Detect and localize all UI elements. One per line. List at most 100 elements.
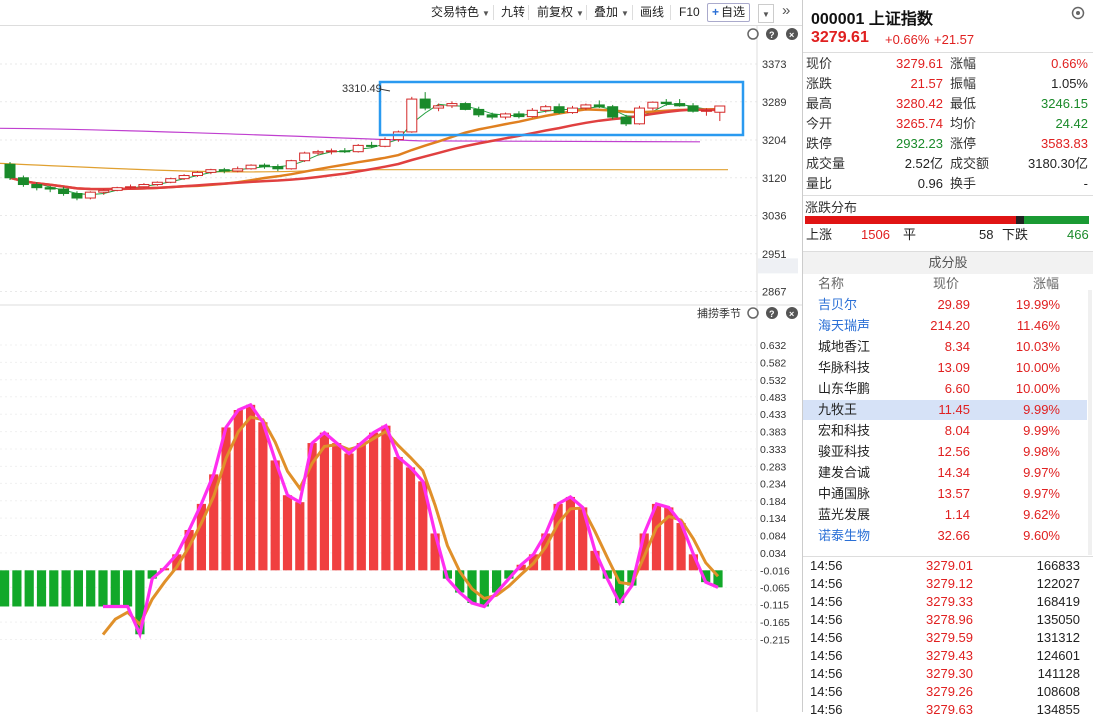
component-row[interactable]: 海天瑞声 214.20 11.46% (803, 315, 1087, 336)
candle-body (647, 101, 659, 109)
candle-body (620, 116, 632, 125)
indicator-bar (73, 570, 83, 607)
quote-value: 21.57 (910, 76, 943, 91)
quote-value: 24.42 (1055, 116, 1088, 131)
toolbar-nine-turn-button[interactable]: 九转 (497, 4, 529, 21)
component-row[interactable]: 城地香江 8.34 10.03% (803, 336, 1087, 357)
component-row[interactable]: 山东华鹏 6.60 10.00% (803, 378, 1087, 399)
watchlist-dropdown-button[interactable]: ▼ (758, 4, 774, 23)
component-row[interactable]: 诺泰生物 32.66 9.60% (803, 525, 1087, 546)
tick-time: 14:56 (810, 648, 843, 663)
toolbar-draw-line-button[interactable]: 画线 (636, 4, 668, 21)
quote-value: 2932.23 (896, 136, 943, 151)
tick-price: 3279.59 (926, 630, 973, 645)
quote-value: 3246.15 (1041, 96, 1088, 111)
candle-body (674, 103, 686, 107)
indicator-bar (61, 570, 71, 607)
candle-body (192, 171, 203, 177)
quote-label: 跌停 (806, 136, 833, 151)
indicator-axis-label: -0.115 (760, 600, 789, 612)
tick-time: 14:56 (810, 612, 843, 627)
components-scrollbar[interactable] (1088, 290, 1092, 555)
component-name[interactable]: 骏亚科技 (818, 442, 870, 462)
candle-body (258, 164, 270, 168)
indicator-bar (123, 570, 133, 607)
up-label: 上涨 (806, 227, 833, 242)
double-chevron-right-icon[interactable]: » (778, 2, 794, 19)
close-icon-glyph: × (789, 30, 794, 40)
toolbar-fq-dropdown[interactable]: 前复权 ▼ (533, 4, 588, 21)
toolbar-f10-button[interactable]: F10 (675, 4, 704, 21)
candle-body (473, 108, 485, 116)
settings-icon[interactable] (1071, 6, 1085, 20)
ma-medium-line (9, 107, 720, 191)
component-name[interactable]: 城地香江 (818, 337, 870, 357)
price-gridlines (0, 63, 757, 293)
component-name[interactable]: 山东华鹏 (818, 379, 870, 399)
quote-value: 3583.83 (1041, 136, 1088, 151)
component-price: 8.34 (944, 339, 970, 354)
indicator-bar (270, 460, 280, 571)
component-row[interactable]: 九牧王 11.45 9.99% (803, 399, 1087, 420)
component-name[interactable]: 华脉科技 (818, 358, 870, 378)
component-name[interactable]: 宏和科技 (818, 421, 870, 441)
chart-toolbar: 交易特色 ▼ 九转 前复权 ▼ 叠加 ▼ 画线 F10 + 自选 ▼ » (0, 0, 802, 26)
component-row[interactable]: 中通国脉 13.57 9.97% (803, 483, 1087, 504)
quote-label: 换手 (950, 176, 977, 191)
price-axis-label: 3036 (762, 211, 786, 223)
component-name[interactable]: 九牧王 (818, 400, 857, 420)
candles (4, 92, 726, 201)
candle-body (379, 139, 391, 147)
candle-body (660, 101, 672, 105)
component-row[interactable]: 骏亚科技 12.56 9.98% (803, 441, 1087, 462)
component-name[interactable]: 蓝光发展 (818, 505, 870, 525)
component-name[interactable]: 中通国脉 (818, 484, 870, 504)
col-header-price: 现价 (933, 276, 960, 291)
component-row[interactable]: 宏和科技 8.04 9.99% (803, 420, 1087, 441)
indicator-axis-label: 0.582 (760, 357, 786, 369)
components-title: 成分股 (803, 251, 1093, 274)
candle-body (245, 164, 257, 170)
component-name[interactable]: 诺泰生物 (818, 526, 870, 546)
candle-body (138, 184, 150, 188)
component-pct: 10.03% (1015, 339, 1060, 354)
indicator-bar (344, 453, 354, 571)
candle-body (17, 177, 29, 186)
indicator-bar (381, 425, 391, 571)
toolbar-trade-features-dropdown[interactable]: 交易特色 ▼ (427, 4, 494, 21)
component-name[interactable]: 建发合诚 (818, 463, 870, 483)
indicator-bar (0, 570, 10, 607)
candle-body (84, 191, 96, 199)
kline-chart[interactable]: 337332893204312030362951292328673310.49?… (0, 25, 802, 712)
quote-label: 振幅 (950, 76, 977, 91)
component-row[interactable]: 华脉科技 13.09 10.00% (803, 357, 1087, 378)
change-amount: +21.57 (934, 32, 975, 47)
indicator-axis-label: 0.283 (760, 461, 786, 473)
candle-body (4, 163, 16, 179)
component-row[interactable]: 蓝光发展 1.14 9.62% (803, 504, 1087, 525)
tick-time: 14:56 (810, 576, 843, 591)
quote-label: 成交额 (950, 156, 990, 171)
component-price: 12.56 (937, 444, 970, 459)
price-axis: 33733289320431203036295129232867 (758, 59, 798, 299)
toolbar-overlay-dropdown[interactable]: 叠加 ▼ (590, 4, 633, 21)
candle-body (687, 105, 699, 112)
price-axis-label: 3204 (762, 135, 786, 147)
indicator-bar (86, 570, 96, 607)
chevron-down-icon: ▼ (621, 9, 629, 18)
add-to-watchlist-button[interactable]: + 自选 (707, 3, 751, 22)
component-name[interactable]: 吉贝尔 (818, 295, 857, 315)
candle-body (178, 175, 190, 180)
component-row[interactable]: 吉贝尔 29.89 19.99% (803, 294, 1087, 315)
component-price: 1.14 (944, 507, 970, 522)
candle-body (607, 106, 619, 118)
indicator-bar (282, 495, 293, 571)
indicator-axis-label: -0.065 (760, 582, 790, 594)
indicator-bar (369, 432, 379, 571)
component-row[interactable]: 建发合诚 14.34 9.97% (803, 462, 1087, 483)
quote-label: 现价 (806, 56, 833, 71)
help-icon-glyph: ? (769, 30, 775, 40)
component-name[interactable]: 海天瑞声 (818, 316, 870, 336)
toolbar-label: 叠加 (594, 5, 619, 19)
tick-volume: 131312 (1036, 630, 1080, 645)
